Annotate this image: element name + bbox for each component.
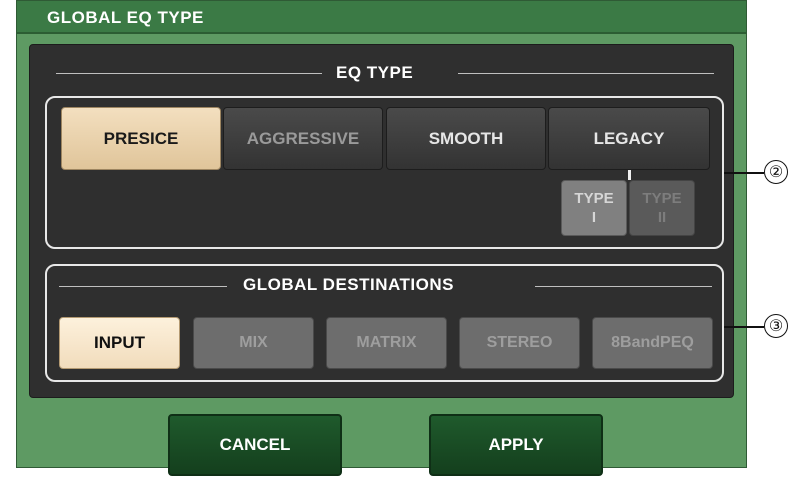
callout-3-line [724, 326, 764, 328]
global-destinations-heading: GLOBAL DESTINATIONS [243, 275, 454, 294]
legacy-type-2-button[interactable]: TYPE II [629, 180, 695, 236]
global-destinations-group: GLOBAL DESTINATIONS INPUT MIX MATRIX STE… [45, 264, 724, 382]
eq-type-group: PRESICE AGGRESSIVE SMOOTH LEGACY TYPE I … [45, 96, 724, 249]
callout-2-line [724, 172, 764, 174]
global-eq-type-dialog: GLOBAL EQ TYPE EQ TYPE PRESICE AGGRESSIV… [16, 0, 747, 476]
dialog-title: GLOBAL EQ TYPE [47, 8, 204, 27]
callout-2-marker: ② [764, 160, 788, 184]
dialog-titlebar: GLOBAL EQ TYPE [17, 1, 746, 34]
legacy-type-2-label-top: TYPE [642, 190, 682, 207]
eq-type-presice-button[interactable]: PRESICE [61, 107, 221, 170]
destination-matrix-button[interactable]: MATRIX [326, 317, 447, 369]
eq-type-legacy-button[interactable]: LEGACY [548, 107, 710, 170]
eq-type-heading: EQ TYPE [336, 63, 414, 82]
legacy-type-1-label-bottom: I [591, 209, 597, 226]
apply-button[interactable]: APPLY [429, 414, 603, 476]
destinations-rule-right [535, 286, 712, 287]
destination-input-button[interactable]: INPUT [59, 317, 180, 369]
legacy-connector [628, 170, 631, 180]
legacy-type-1-button[interactable]: TYPE I [561, 180, 627, 236]
destination-8bandpeq-button[interactable]: 8BandPEQ [592, 317, 713, 369]
callout-3-marker: ③ [764, 314, 788, 338]
destination-stereo-button[interactable]: STEREO [459, 317, 580, 369]
legacy-type-1-label-top: TYPE [574, 190, 614, 207]
eq-type-aggressive-button[interactable]: AGGRESSIVE [223, 107, 383, 170]
dialog-content-panel: EQ TYPE PRESICE AGGRESSIVE SMOOTH LEGACY… [29, 44, 734, 398]
eq-type-rule-right [458, 73, 714, 74]
cancel-button[interactable]: CANCEL [168, 414, 342, 476]
eq-type-rule-left [56, 73, 322, 74]
destinations-rule-left [59, 286, 227, 287]
eq-type-smooth-button[interactable]: SMOOTH [386, 107, 546, 170]
destination-mix-button[interactable]: MIX [193, 317, 314, 369]
legacy-type-2-label-bottom: II [657, 209, 667, 226]
